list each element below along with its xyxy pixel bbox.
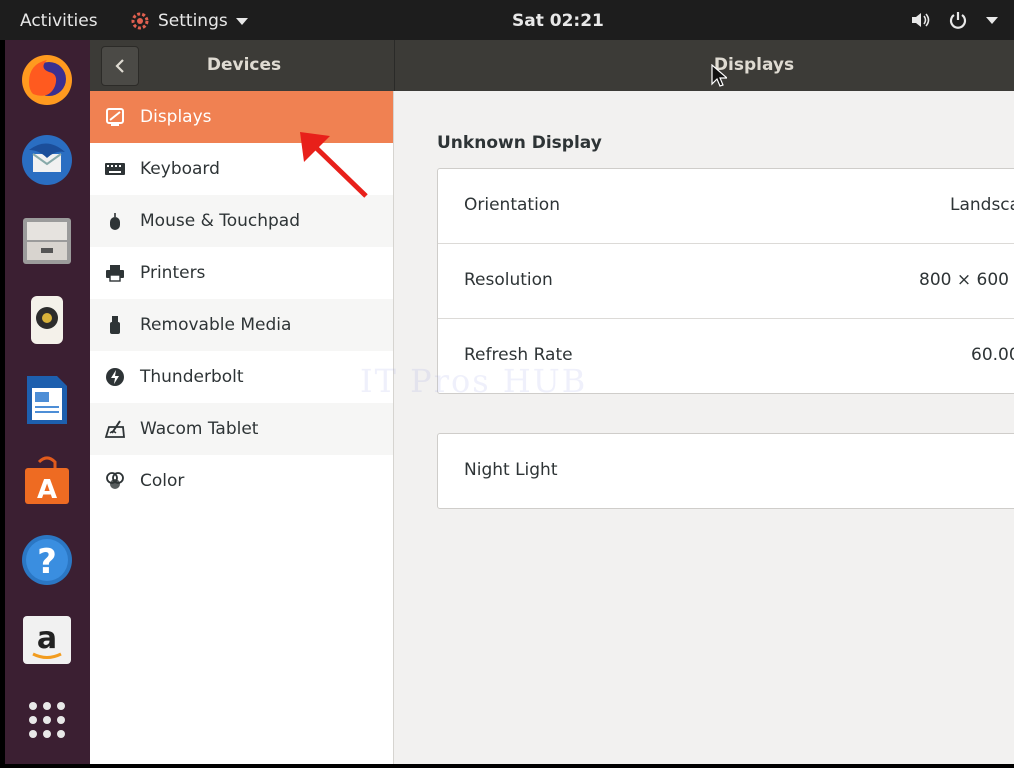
system-tray[interactable] [910, 10, 998, 30]
orientation-label: Orientation [464, 195, 560, 215]
activities-button[interactable]: Activities [20, 11, 98, 31]
libreoffice-writer-icon[interactable] [19, 372, 75, 428]
sidebar-title: Devices [206, 55, 282, 75]
sidebar-item-printers[interactable]: Printers [90, 247, 393, 299]
night-light-row[interactable]: Night Light [438, 434, 1014, 508]
thunderbird-icon[interactable] [19, 132, 75, 188]
app-menu-label: Settings [158, 11, 228, 31]
chevron-down-icon[interactable] [986, 16, 998, 24]
thunderbolt-icon [104, 366, 126, 388]
display-settings-panel: Unknown Display Orientation Landsca Reso… [394, 91, 1014, 764]
rhythmbox-icon[interactable] [19, 292, 75, 348]
header-bar: Devices Displays [90, 40, 1014, 91]
sidebar-item-thunderbolt[interactable]: Thunderbolt [90, 351, 393, 403]
color-icon [104, 470, 126, 492]
refresh-rate-value: 60.00 [971, 345, 1014, 365]
help-icon[interactable]: ? [19, 532, 75, 588]
sidebar-item-label: Displays [140, 107, 212, 127]
chevron-down-icon [235, 17, 248, 25]
software-center-icon[interactable]: A [19, 452, 75, 508]
sidebar-item-label: Printers [140, 263, 206, 283]
sidebar-header: Devices [90, 40, 395, 91]
resolution-value: 800 × 600 (4 [919, 270, 1014, 290]
app-menu[interactable]: Settings [130, 11, 248, 31]
sidebar-item-label: Removable Media [140, 315, 292, 335]
page-title: Displays [713, 55, 795, 75]
files-icon[interactable] [19, 212, 75, 268]
settings-window: Devices Displays Displays Keyboard Mouse… [90, 40, 1014, 764]
red-arrow-annotation-icon [300, 132, 368, 198]
svg-text:A: A [37, 475, 57, 505]
mouse-icon [104, 210, 126, 232]
power-icon[interactable] [948, 10, 968, 30]
clock[interactable]: Sat 02:21 [512, 11, 604, 31]
orientation-row[interactable]: Orientation Landsca [438, 169, 1014, 244]
svg-text:a: a [37, 621, 57, 656]
svg-text:?: ? [37, 542, 57, 582]
display-icon [104, 106, 126, 128]
sidebar-item-label: Keyboard [140, 159, 220, 179]
sidebar-item-label: Mouse & Touchpad [140, 211, 301, 231]
amazon-icon[interactable]: a [19, 612, 75, 668]
tablet-icon [104, 418, 126, 440]
sidebar-item-wacom-tablet[interactable]: Wacom Tablet [90, 403, 393, 455]
watermark: IT Pros HUB [360, 362, 588, 400]
mouse-cursor-icon [711, 64, 727, 87]
night-light-label: Night Light [464, 460, 558, 480]
dock: A ? a [5, 40, 90, 764]
resolution-row[interactable]: Resolution 800 × 600 (4 [438, 244, 1014, 319]
sidebar-item-removable-media[interactable]: Removable Media [90, 299, 393, 351]
sidebar-item-color[interactable]: Color [90, 455, 393, 507]
settings-gear-icon [131, 12, 149, 30]
volume-icon[interactable] [910, 11, 930, 29]
display-settings-card: Orientation Landsca Resolution 800 × 600… [437, 168, 1014, 394]
orientation-value: Landsca [950, 195, 1014, 215]
usb-icon [104, 314, 126, 336]
display-name-heading: Unknown Display [437, 133, 602, 153]
show-apps-icon[interactable] [19, 692, 75, 748]
printer-icon [104, 262, 126, 284]
top-panel: Activities Settings Sat 02:21 [0, 0, 1014, 40]
firefox-icon[interactable] [19, 52, 75, 108]
sidebar-item-label: Color [140, 471, 185, 491]
resolution-label: Resolution [464, 270, 553, 290]
night-light-card: Night Light [437, 433, 1014, 509]
sidebar-item-label: Wacom Tablet [140, 419, 259, 439]
sidebar-item-label: Thunderbolt [140, 367, 244, 387]
keyboard-icon [104, 158, 126, 180]
